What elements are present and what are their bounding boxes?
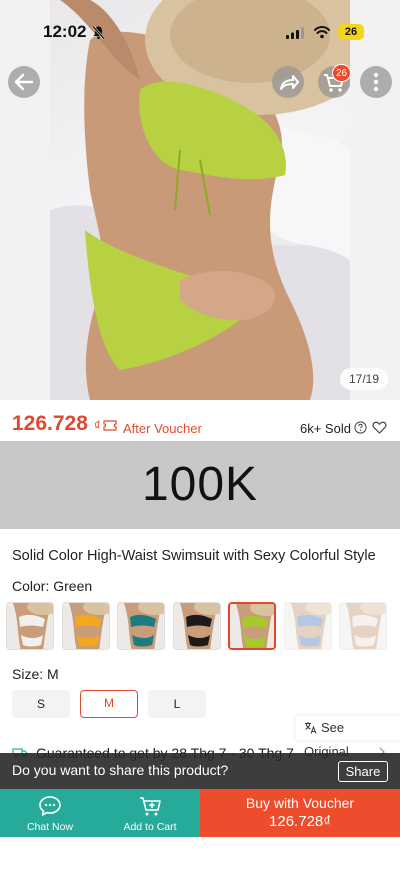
color-label-prefix: Color: xyxy=(12,578,54,594)
sold-count: 6k+ Sold xyxy=(300,421,351,436)
color-swatch[interactable] xyxy=(62,602,110,650)
voucher-icon xyxy=(103,420,117,431)
more-options-button[interactable] xyxy=(360,66,392,98)
size-selected-value: M xyxy=(47,666,59,682)
color-swatches xyxy=(6,602,396,650)
color-swatch[interactable] xyxy=(173,602,221,650)
add-to-cart-label: Add to Cart xyxy=(123,821,177,833)
voucher-banner[interactable]: 100K xyxy=(0,441,400,529)
bottom-action-bar: Chat Now Add to Cart Buy with Voucher 12… xyxy=(0,789,400,837)
color-swatch[interactable] xyxy=(117,602,165,650)
size-option-l[interactable]: L xyxy=(148,690,206,718)
color-swatch[interactable] xyxy=(6,602,54,650)
color-swatch[interactable] xyxy=(284,602,332,650)
heart-icon[interactable] xyxy=(372,420,387,435)
banner-text: 100K xyxy=(141,458,259,511)
size-label: Size: M xyxy=(12,666,59,682)
translate-icon xyxy=(305,722,317,734)
product-title: Solid Color High-Waist Swimsuit with Sex… xyxy=(12,548,376,564)
share-prompt-text: Do you want to share this product? xyxy=(12,762,229,778)
cart-count-badge: 26 xyxy=(332,64,352,82)
color-swatch[interactable] xyxy=(339,602,387,650)
chat-icon xyxy=(39,796,61,816)
cellular-signal-icon xyxy=(286,27,304,39)
arrow-left-icon xyxy=(14,73,34,91)
add-to-cart-icon xyxy=(140,797,161,816)
add-to-cart-button[interactable]: Add to Cart xyxy=(100,789,200,837)
back-button[interactable] xyxy=(8,66,40,98)
image-page-indicator: 17/19 xyxy=(339,368,388,390)
buy-with-voucher-label: Buy with Voucher xyxy=(245,795,355,811)
after-voucher-label: After Voucher xyxy=(123,421,202,436)
more-vertical-icon xyxy=(373,72,379,92)
see-original-button[interactable]: See Original xyxy=(296,716,400,759)
size-option-m[interactable]: M xyxy=(80,690,138,718)
share-button[interactable] xyxy=(272,66,304,98)
battery-indicator: 26 xyxy=(338,24,364,40)
help-icon[interactable] xyxy=(354,421,367,434)
status-time: 12:02 xyxy=(43,22,87,41)
size-option-s[interactable]: S xyxy=(12,690,70,718)
share-icon xyxy=(280,75,299,90)
chat-now-label: Chat Now xyxy=(26,821,74,833)
bell-off-icon xyxy=(92,25,105,40)
price-currency: ₫ xyxy=(94,418,101,433)
color-selected-value: Green xyxy=(53,578,93,594)
share-prompt-bar: Do you want to share this product? Share xyxy=(0,753,400,789)
price-amount: 126.728 xyxy=(12,412,88,435)
size-label-prefix: Size: xyxy=(12,666,48,682)
product-photo[interactable] xyxy=(50,0,350,400)
color-label: Color: Green xyxy=(12,578,92,594)
buy-with-voucher-button[interactable]: Buy with Voucher 126.728₫ xyxy=(200,789,400,837)
product-image-gallery[interactable]: 12:02 26 26 17/19 xyxy=(0,0,400,400)
buy-with-voucher-price: 126.728₫ xyxy=(269,813,331,830)
chat-now-button[interactable]: Chat Now xyxy=(0,789,100,837)
color-swatch[interactable] xyxy=(228,602,276,650)
share-prompt-button[interactable]: Share xyxy=(338,761,388,782)
status-bar: 12:02 26 xyxy=(0,0,400,60)
price-row: 126.728 ₫ After Voucher 6k+ Sold xyxy=(0,410,400,440)
wifi-icon xyxy=(314,26,330,39)
